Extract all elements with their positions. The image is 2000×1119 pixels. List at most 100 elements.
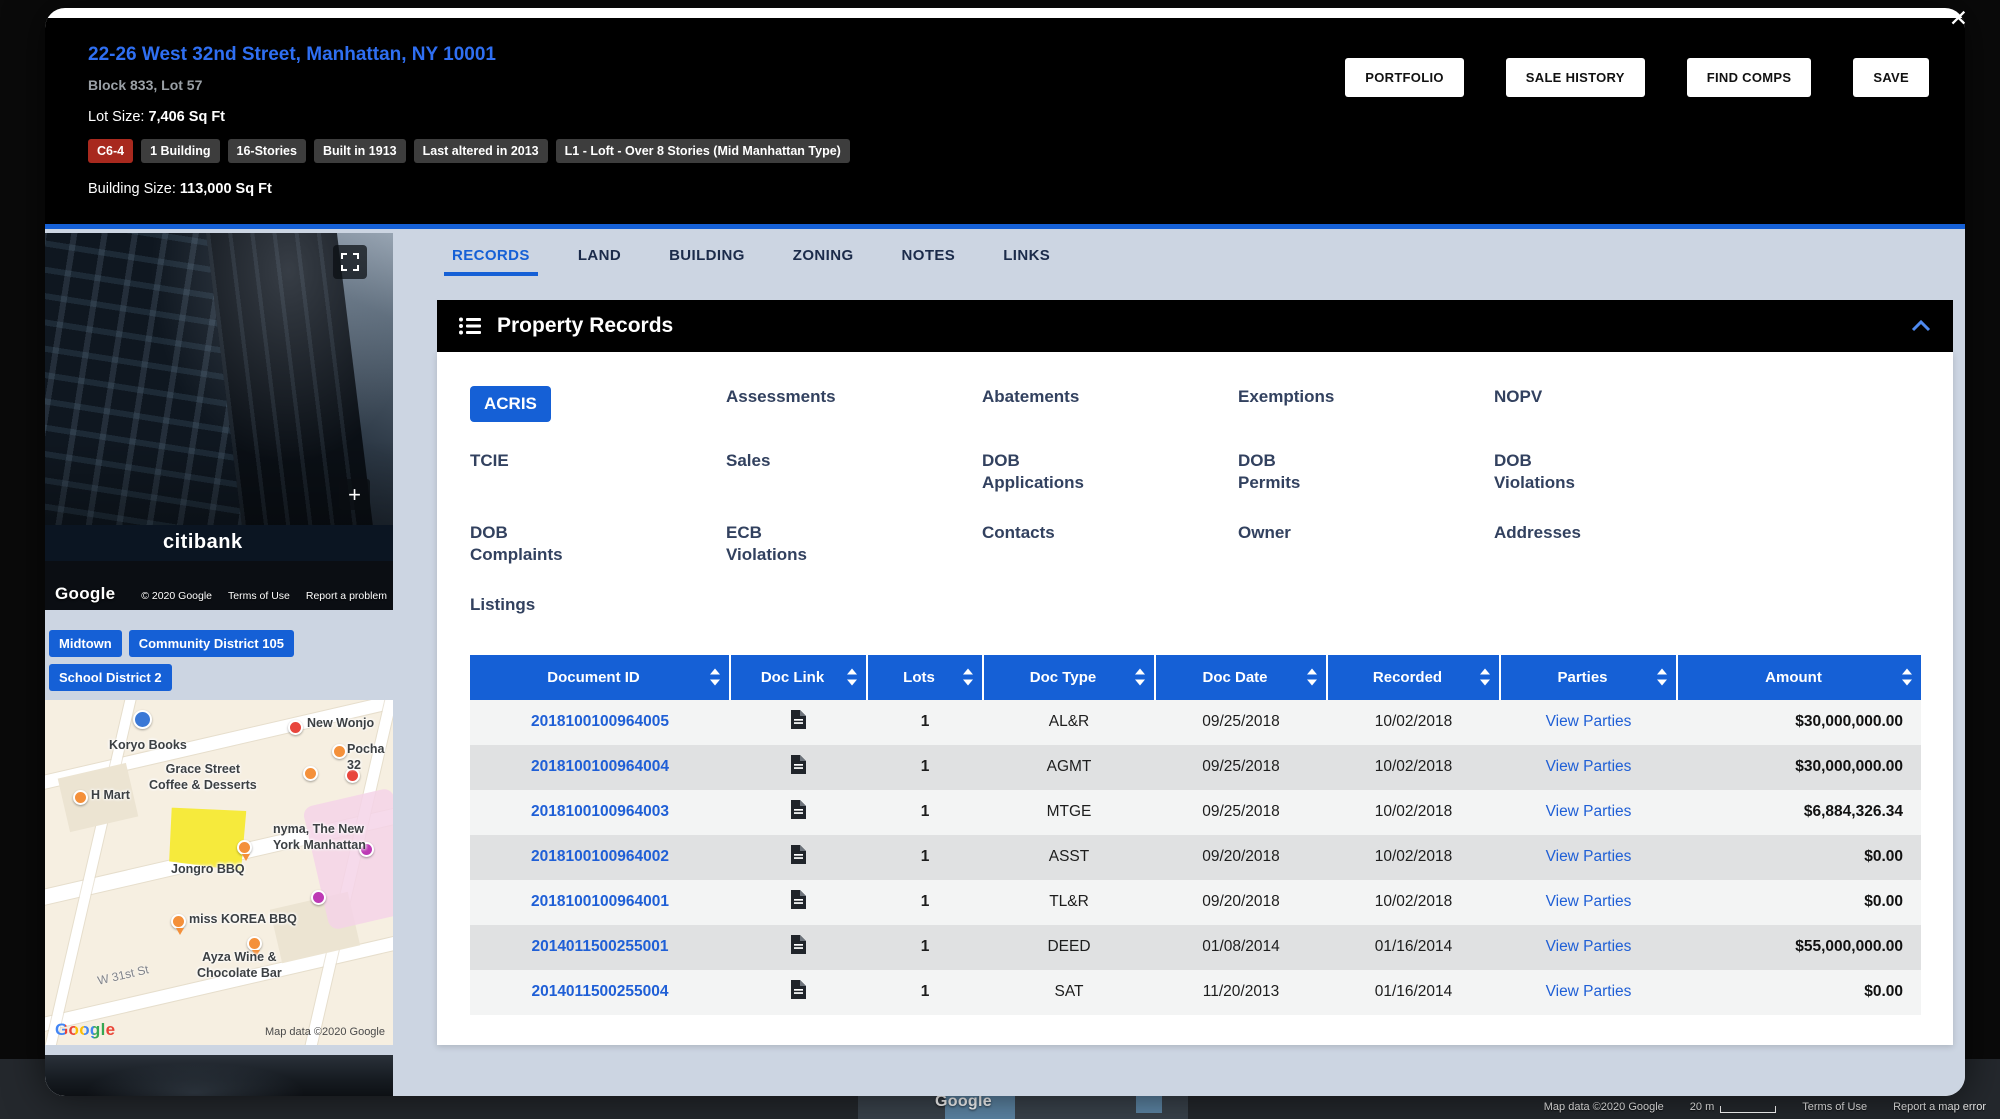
aerial-view-image[interactable] bbox=[45, 1055, 393, 1096]
column-header-doc-date[interactable]: Doc Date bbox=[1154, 654, 1327, 700]
column-header-document-id[interactable]: Document ID bbox=[470, 654, 730, 700]
view-parties-link[interactable]: View Parties bbox=[1500, 789, 1677, 835]
column-header-parties[interactable]: Parties bbox=[1499, 654, 1677, 700]
save-button[interactable]: SAVE bbox=[1853, 58, 1929, 97]
fullscreen-icon[interactable] bbox=[333, 245, 367, 279]
records-nav-dob-complaints[interactable]: DOB Complaints bbox=[470, 522, 563, 566]
tab-building[interactable]: BUILDING bbox=[667, 242, 747, 276]
records-nav-assessments[interactable]: Assessments bbox=[726, 386, 836, 408]
poi-marker-icon[interactable] bbox=[247, 936, 262, 957]
records-nav-sales[interactable]: Sales bbox=[726, 450, 770, 472]
property-tags: C6-4 1 Building 16-Stories Built in 1913… bbox=[88, 139, 1929, 163]
records-nav-listings[interactable]: Listings bbox=[470, 594, 535, 616]
header-actions: PORTFOLIO SALE HISTORY FIND COMPS SAVE bbox=[1345, 58, 1929, 97]
poi-marker-icon[interactable] bbox=[237, 840, 252, 861]
property-records-bar[interactable]: Property Records bbox=[437, 300, 1953, 352]
street-view-image[interactable]: citibank + Google © 2020 Google Terms of… bbox=[45, 233, 393, 610]
records-nav-dob-violations[interactable]: DOB Violations bbox=[1494, 450, 1575, 494]
doc-link-cell bbox=[730, 969, 867, 1015]
poi-marker-icon[interactable] bbox=[288, 720, 303, 735]
tab-zoning[interactable]: ZONING bbox=[791, 242, 856, 276]
recorded-cell: 10/02/2018 bbox=[1327, 699, 1500, 745]
column-header-lots[interactable]: Lots bbox=[866, 654, 983, 700]
building-size-line: Building Size: 113,000 Sq Ft bbox=[88, 181, 1929, 197]
document-id-link[interactable]: 2018100100964002 bbox=[470, 834, 730, 880]
sort-icon[interactable] bbox=[963, 668, 973, 686]
view-parties-link[interactable]: View Parties bbox=[1500, 924, 1677, 970]
sort-icon[interactable] bbox=[1657, 668, 1667, 686]
records-nav-abatements[interactable]: Abatements bbox=[982, 386, 1079, 408]
records-nav-acris[interactable]: ACRIS bbox=[470, 386, 551, 423]
poi-marker-icon[interactable] bbox=[311, 890, 326, 905]
document-id-link[interactable]: 2018100100964001 bbox=[470, 879, 730, 925]
sort-icon[interactable] bbox=[1480, 668, 1490, 686]
zoom-in-icon[interactable]: + bbox=[339, 479, 370, 510]
column-header-recorded[interactable]: Recorded bbox=[1326, 654, 1500, 700]
document-icon[interactable] bbox=[791, 845, 806, 865]
poi-marker-icon[interactable] bbox=[171, 914, 186, 935]
records-nav-ecb-violations[interactable]: ECB Violations bbox=[726, 522, 807, 566]
document-icon[interactable] bbox=[791, 800, 806, 820]
poi-marker-icon[interactable] bbox=[73, 790, 88, 805]
document-id-link[interactable]: 2018100100964003 bbox=[470, 789, 730, 835]
portfolio-button[interactable]: PORTFOLIO bbox=[1345, 58, 1464, 97]
column-label: Amount bbox=[1765, 668, 1822, 686]
sort-icon[interactable] bbox=[1902, 668, 1912, 686]
records-nav-addresses[interactable]: Addresses bbox=[1494, 522, 1581, 544]
sort-icon[interactable] bbox=[710, 668, 720, 686]
sort-icon[interactable] bbox=[847, 668, 857, 686]
terms-link[interactable]: Terms of Use bbox=[228, 590, 290, 602]
records-nav-dob-permits[interactable]: DOB Permits bbox=[1238, 450, 1300, 494]
document-id-link[interactable]: 2018100100964005 bbox=[470, 699, 730, 745]
column-header-doc-type[interactable]: Doc Type bbox=[982, 654, 1155, 700]
report-problem-link[interactable]: Report a problem bbox=[306, 590, 387, 602]
doc-type-cell: SAT bbox=[983, 969, 1155, 1015]
terms-link[interactable]: Terms of Use bbox=[1802, 1101, 1867, 1113]
poi-marker-icon[interactable] bbox=[332, 744, 347, 759]
records-nav-exemptions[interactable]: Exemptions bbox=[1238, 386, 1334, 408]
document-icon[interactable] bbox=[791, 890, 806, 910]
find-comps-button[interactable]: FIND COMPS bbox=[1686, 58, 1812, 97]
collapse-chevron-icon[interactable] bbox=[1911, 320, 1931, 332]
records-nav-owner[interactable]: Owner bbox=[1238, 522, 1291, 544]
sort-icon[interactable] bbox=[1307, 668, 1317, 686]
sale-history-button[interactable]: SALE HISTORY bbox=[1505, 58, 1645, 97]
records-nav-tcie[interactable]: TCIE bbox=[470, 450, 509, 472]
document-id-link[interactable]: 2014011500255004 bbox=[470, 969, 730, 1015]
column-header-doc-link[interactable]: Doc Link bbox=[729, 654, 867, 700]
records-nav-contacts[interactable]: Contacts bbox=[982, 522, 1055, 544]
poi-marker-icon[interactable] bbox=[303, 766, 318, 781]
location-map[interactable]: Koryo Books New Wonjo Pocha 32 Grace Str… bbox=[45, 700, 393, 1045]
document-icon[interactable] bbox=[791, 935, 806, 955]
community-district-tag[interactable]: Community District 105 bbox=[128, 630, 294, 657]
neighborhood-tag[interactable]: Midtown bbox=[49, 630, 122, 657]
tab-records[interactable]: RECORDS bbox=[444, 242, 538, 276]
tab-land[interactable]: LAND bbox=[576, 242, 623, 276]
records-nav-dob-applications[interactable]: DOB Applications bbox=[982, 450, 1084, 494]
table-row: 2014011500255004 1 SAT 11/20/2013 01/16/… bbox=[470, 969, 1921, 1015]
view-parties-link[interactable]: View Parties bbox=[1500, 969, 1677, 1015]
view-parties-link[interactable]: View Parties bbox=[1500, 879, 1677, 925]
document-icon[interactable] bbox=[791, 980, 806, 1000]
column-header-amount[interactable]: Amount bbox=[1676, 654, 1921, 700]
document-icon[interactable] bbox=[791, 755, 806, 775]
lots-cell: 1 bbox=[867, 699, 983, 745]
view-parties-link[interactable]: View Parties bbox=[1500, 744, 1677, 790]
school-district-tag[interactable]: School District 2 bbox=[49, 664, 172, 691]
tab-notes[interactable]: NOTES bbox=[900, 242, 958, 276]
document-id-link[interactable]: 2018100100964004 bbox=[470, 744, 730, 790]
close-icon[interactable]: ✕ bbox=[1949, 8, 1968, 31]
view-parties-link[interactable]: View Parties bbox=[1500, 699, 1677, 745]
tab-links[interactable]: LINKS bbox=[1001, 242, 1052, 276]
document-id-link[interactable]: 2014011500255001 bbox=[470, 924, 730, 970]
citibank-sign-text: citibank bbox=[163, 531, 243, 553]
sort-icon[interactable] bbox=[1135, 668, 1145, 686]
view-parties-link[interactable]: View Parties bbox=[1500, 834, 1677, 880]
poi-label: Grace Street Coffee & Desserts bbox=[149, 762, 257, 792]
document-icon[interactable] bbox=[791, 710, 806, 730]
poi-label: miss KOREA BBQ bbox=[189, 912, 297, 926]
column-label: Document ID bbox=[547, 668, 640, 686]
transit-marker-icon[interactable] bbox=[133, 710, 152, 729]
records-nav-nopv[interactable]: NOPV bbox=[1494, 386, 1542, 408]
report-map-error-link[interactable]: Report a map error bbox=[1893, 1101, 1986, 1113]
